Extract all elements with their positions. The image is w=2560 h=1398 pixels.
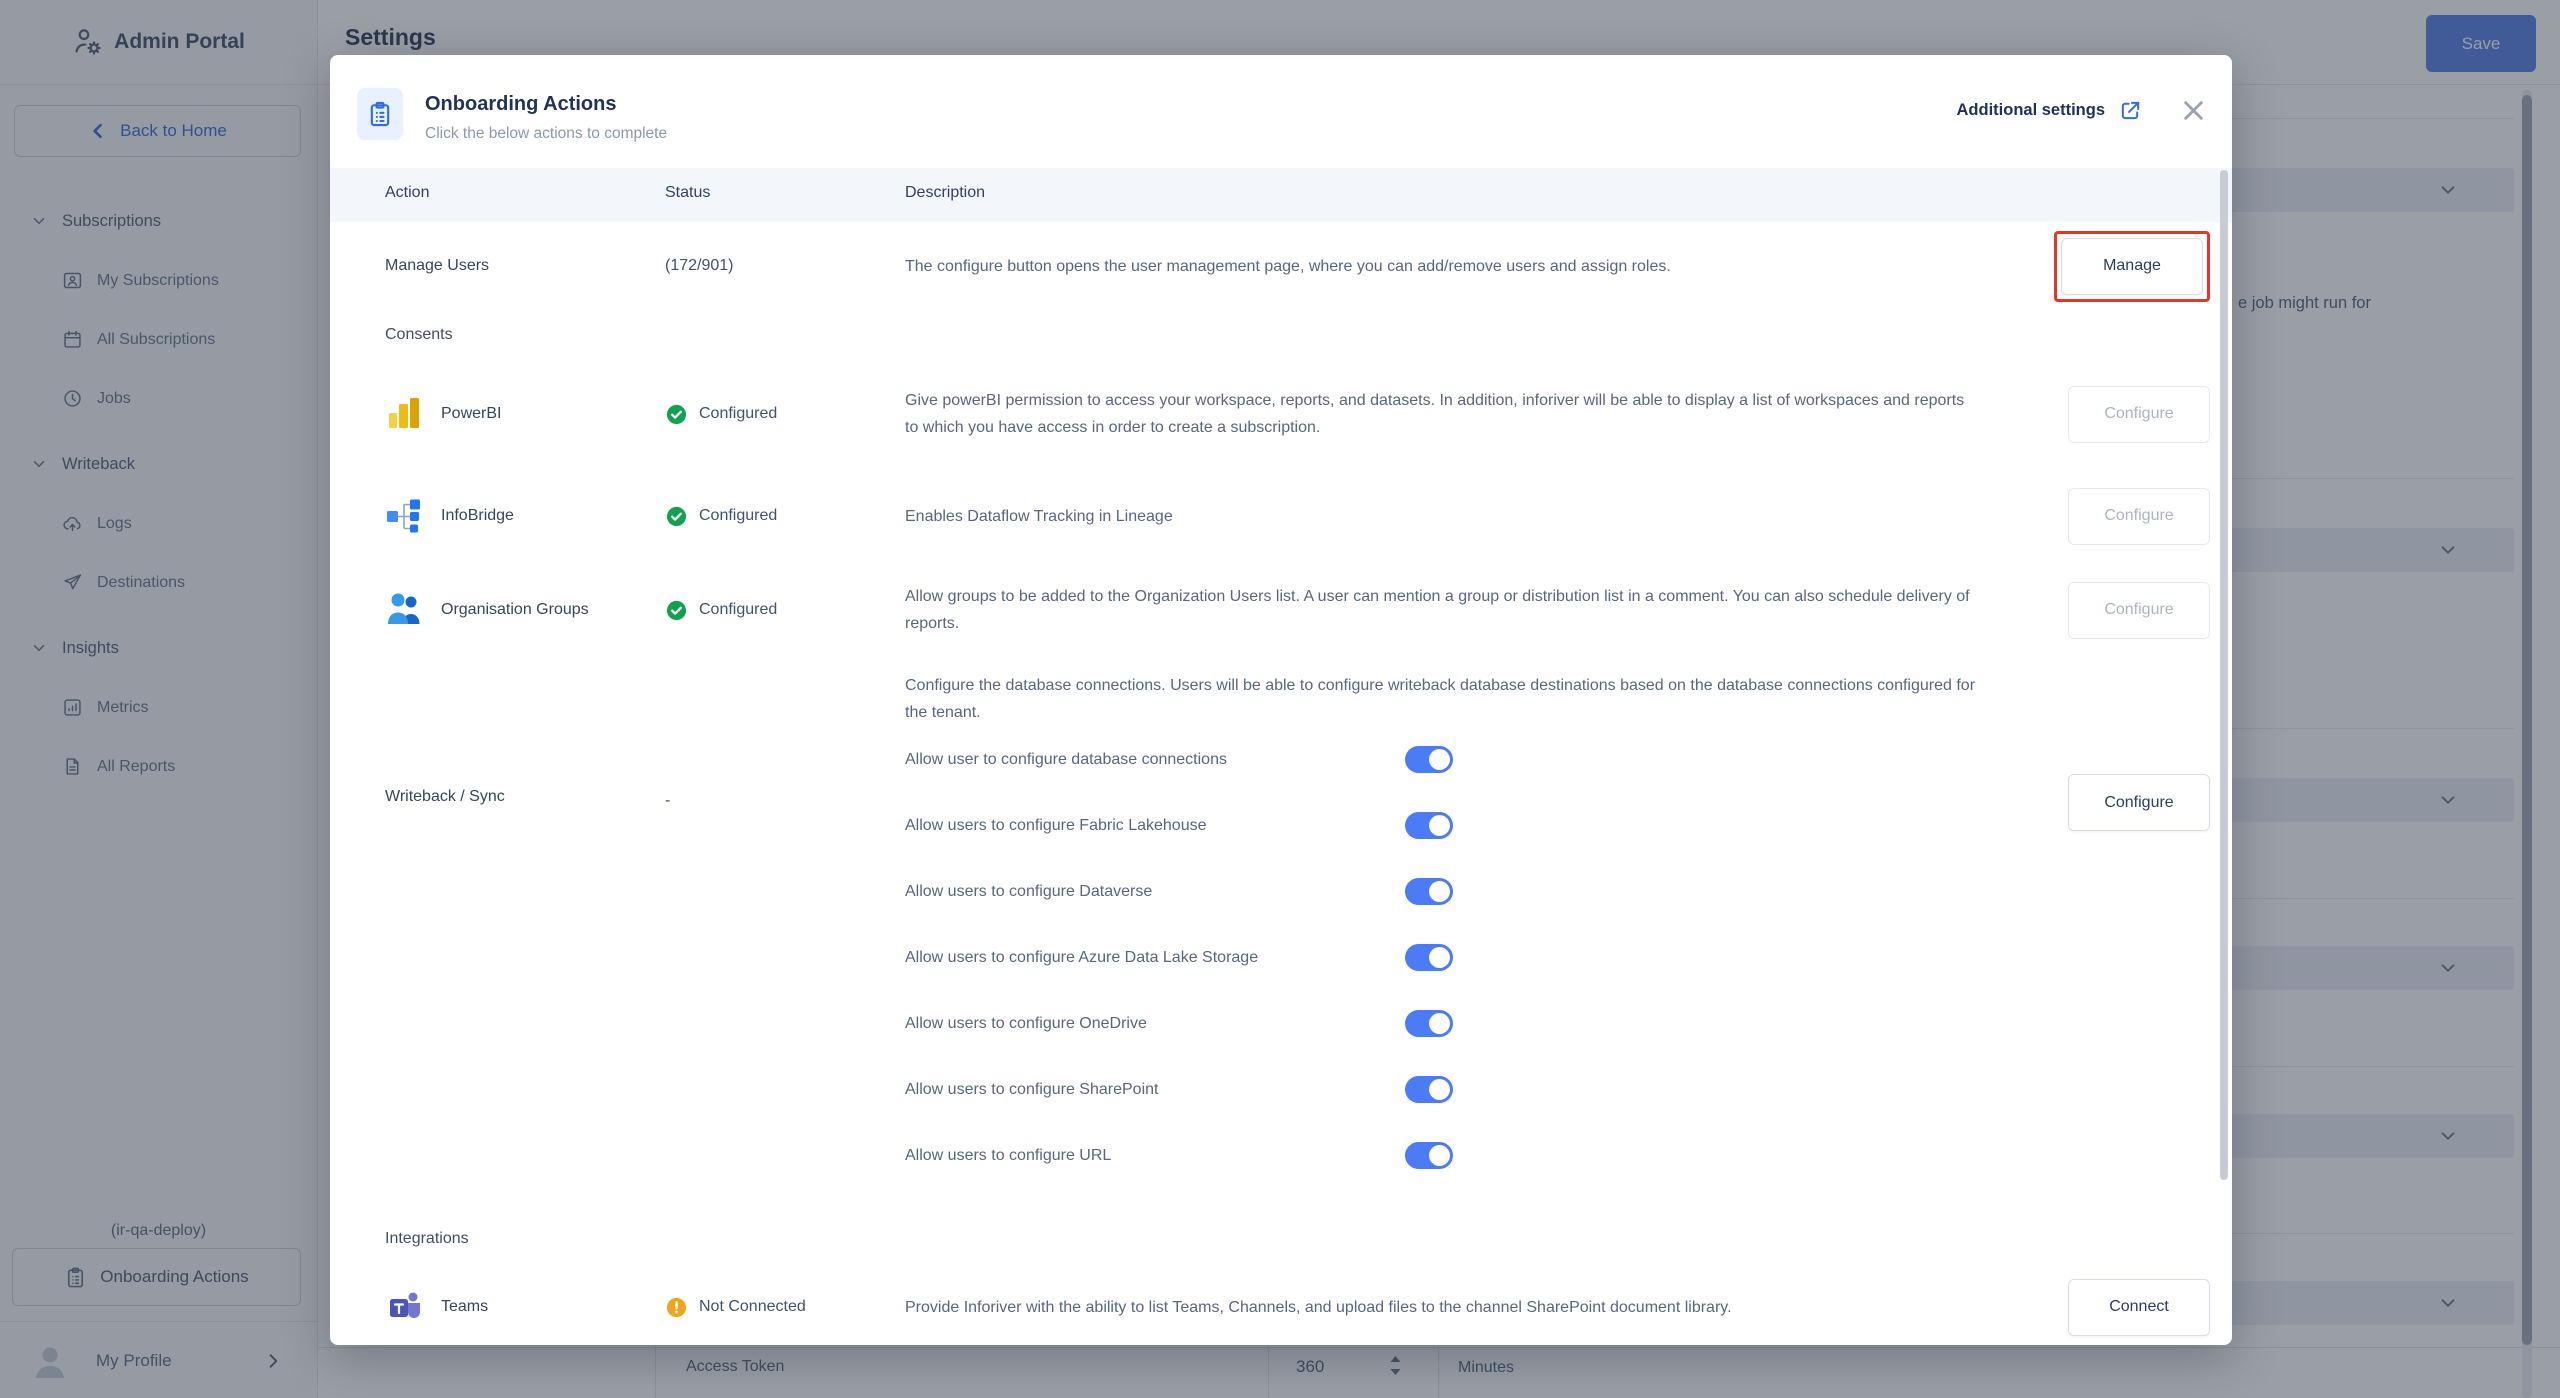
status-text: Configured — [699, 507, 777, 525]
table-row-infobridge: InfoBridge Configured Enables Dataflow T… — [330, 468, 2232, 564]
teams-icon — [385, 1287, 425, 1327]
status-text: Not Connected — [699, 1298, 806, 1316]
modal-scrollbar-thumb[interactable] — [2220, 170, 2228, 1180]
toggle-label: Allow users to configure Dataverse — [905, 878, 1152, 905]
status-text: Configured — [699, 601, 777, 619]
configure-button[interactable]: Configure — [2068, 386, 2210, 443]
powerbi-icon — [385, 394, 425, 434]
action-name: Writeback / Sync — [385, 788, 505, 806]
toggle-azure-data-lake[interactable] — [1405, 944, 1453, 971]
additional-settings-label: Additional settings — [1957, 101, 2106, 120]
infobridge-icon — [385, 496, 425, 536]
row-description: Allow groups to be added to the Organiza… — [905, 583, 2030, 637]
configure-button[interactable]: Configure — [2068, 488, 2210, 545]
manage-button[interactable]: Manage — [2061, 238, 2203, 295]
toggle-label: Allow users to configure OneDrive — [905, 1010, 1147, 1037]
action-name: InfoBridge — [441, 507, 514, 525]
table-row-powerbi: PowerBI Configured Give powerBI permissi… — [330, 360, 2232, 468]
toggle-row: Allow users to configure SharePoint — [905, 1056, 1453, 1122]
connect-button[interactable]: Connect — [2068, 1279, 2210, 1336]
toggle-dataverse[interactable] — [1405, 878, 1453, 905]
toggle-label: Allow users to configure Fabric Lakehous… — [905, 812, 1207, 839]
action-name: Organisation Groups — [441, 601, 589, 619]
check-circle-icon — [665, 403, 688, 426]
toggle-row: Allow users to configure Fabric Lakehous… — [905, 792, 1453, 858]
toggle-fabric-lakehouse[interactable] — [1405, 812, 1453, 839]
status-text: (172/901) — [665, 257, 734, 275]
table-row-organisation-groups: Organisation Groups Configured Allow gro… — [330, 564, 2232, 656]
action-name: PowerBI — [441, 405, 501, 423]
toggle-row: Allow users to configure OneDrive — [905, 990, 1453, 1056]
table-row-manage-users: Manage Users (172/901) The configure but… — [330, 222, 2232, 310]
modal-subtitle: Click the below actions to complete — [425, 125, 667, 143]
modal-body: Manage Users (172/901) The configure but… — [330, 222, 2232, 1345]
check-circle-icon — [665, 599, 688, 622]
highlight-annotation: Manage — [2054, 231, 2210, 302]
row-description: Configure the database connections. User… — [905, 672, 1975, 726]
row-description: Provide Inforiver with the ability to li… — [905, 1294, 2030, 1321]
onboarding-actions-modal: Onboarding Actions Click the below actio… — [330, 55, 2232, 1345]
row-description: The configure button opens the user mana… — [905, 253, 2030, 280]
section-label-consents: Consents — [330, 310, 2232, 360]
modal-title: Onboarding Actions — [425, 93, 616, 116]
toggle-row: Allow users to configure URL — [905, 1122, 1453, 1188]
status-text: Configured — [699, 405, 777, 423]
toggle-label: Allow users to configure Azure Data Lake… — [905, 944, 1258, 971]
table-header: Action Status Description — [330, 168, 2232, 222]
toggle-label: Allow users to configure URL — [905, 1142, 1111, 1169]
organisation-groups-icon — [385, 590, 425, 630]
column-header-action: Action — [385, 184, 429, 202]
app: Admin Portal Back to Home Subscriptions … — [0, 0, 2560, 1398]
section-label-integrations: Integrations — [330, 1216, 2232, 1262]
toggle-sharepoint[interactable] — [1405, 1076, 1453, 1103]
table-row-teams: Teams Not Connected Provide Inforiver wi… — [330, 1262, 2232, 1345]
column-header-description: Description — [905, 184, 985, 202]
toggle-row: Allow users to configure Azure Data Lake… — [905, 924, 1453, 990]
external-link-icon — [2119, 99, 2142, 122]
close-icon[interactable] — [2180, 97, 2207, 124]
toggle-label: Allow users to configure SharePoint — [905, 1076, 1158, 1103]
toggle-database-connections[interactable] — [1405, 746, 1453, 773]
additional-settings-link[interactable]: Additional settings — [1957, 99, 2143, 122]
check-circle-icon — [665, 505, 688, 528]
configure-button[interactable]: Configure — [2068, 582, 2210, 639]
toggle-row: Allow users to configure Dataverse — [905, 858, 1453, 924]
row-description: Enables Dataflow Tracking in Lineage — [905, 503, 2030, 530]
table-row-writeback-sync: Writeback / Sync - Configure the databas… — [330, 656, 2232, 1216]
toggle-row: Allow user to configure database connect… — [905, 726, 1453, 792]
toggle-onedrive[interactable] — [1405, 1010, 1453, 1037]
warning-circle-icon — [665, 1296, 688, 1319]
column-header-status: Status — [665, 184, 710, 202]
configure-button[interactable]: Configure — [2068, 774, 2210, 831]
toggle-url[interactable] — [1405, 1142, 1453, 1169]
toggle-label: Allow user to configure database connect… — [905, 746, 1227, 773]
action-name: Manage Users — [385, 257, 489, 275]
action-name: Teams — [441, 1298, 488, 1316]
row-description: Give powerBI permission to access your w… — [905, 387, 2030, 441]
clipboard-icon — [357, 88, 403, 140]
status-text: - — [665, 792, 670, 810]
